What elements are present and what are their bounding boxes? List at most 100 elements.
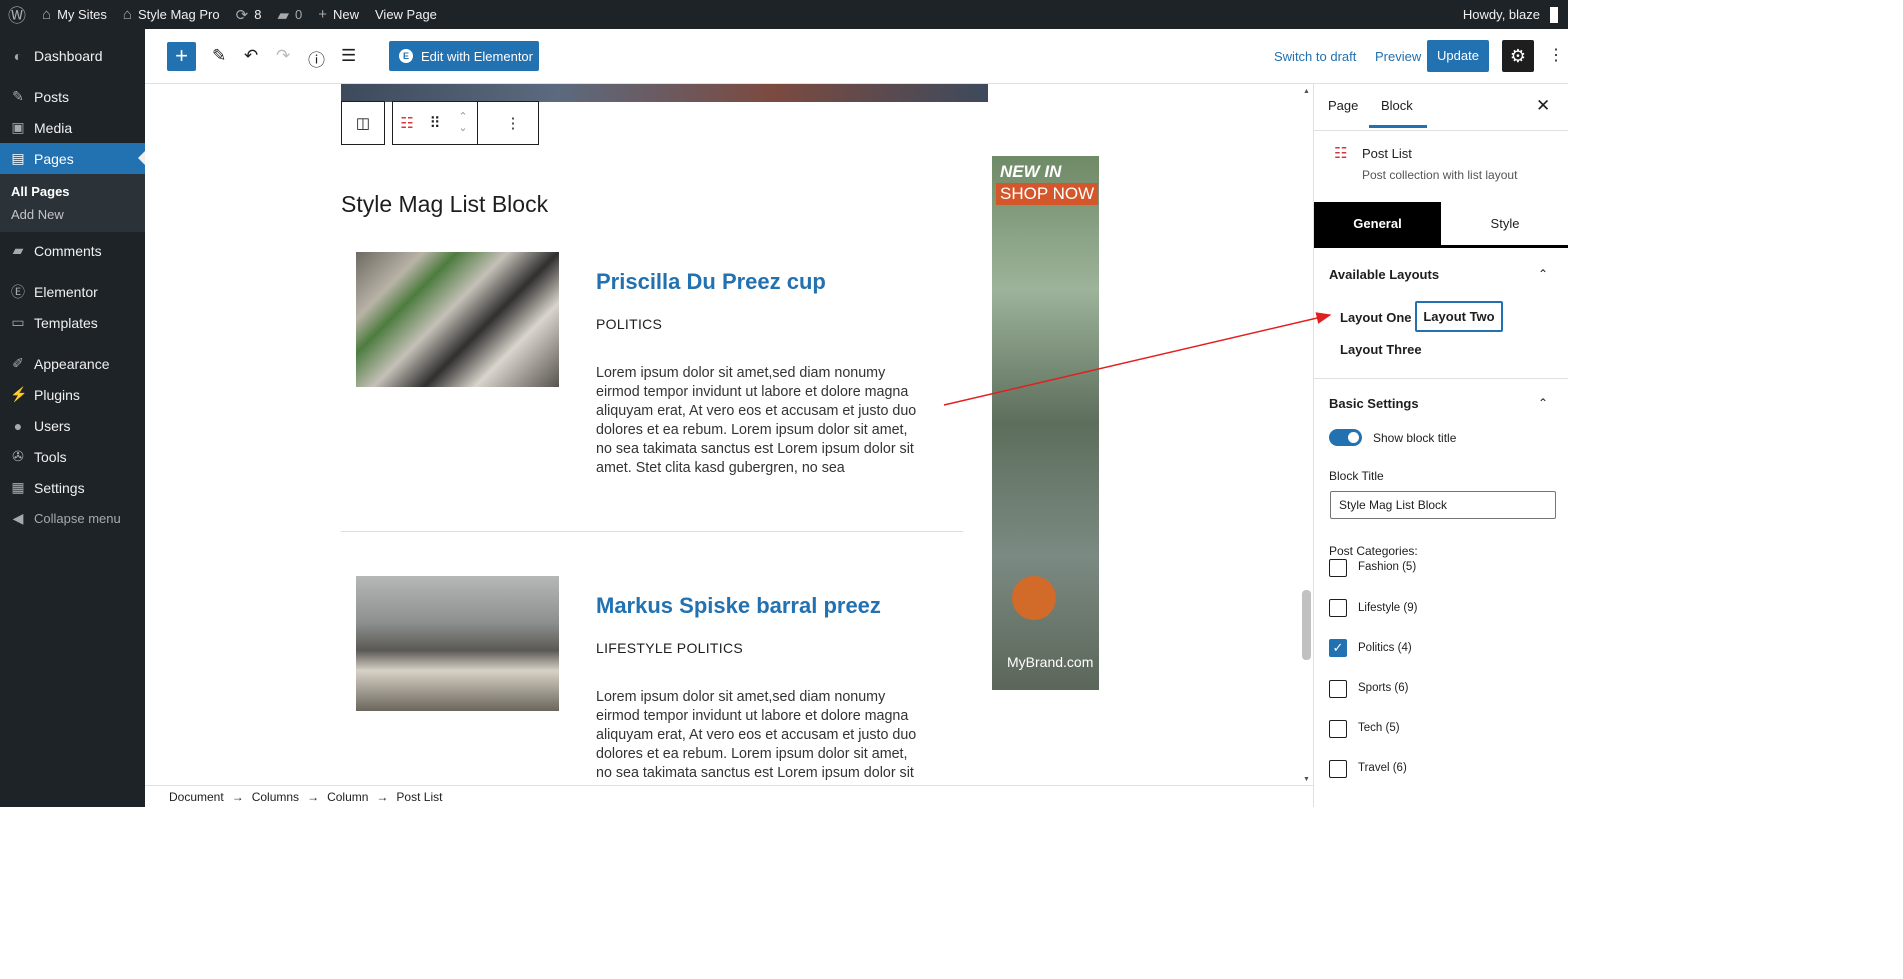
chevron-up-icon[interactable]: ⌃ xyxy=(1538,396,1548,410)
home-icon: ⌂ xyxy=(122,6,132,23)
site-name-link[interactable]: ⌂ Style Mag Pro xyxy=(115,0,228,29)
undo-icon[interactable]: ↶ xyxy=(244,46,258,66)
breadcrumb-columns[interactable]: Columns xyxy=(252,790,299,804)
comment-bubble-icon: ▰ xyxy=(277,6,289,24)
category-label-travel: Travel (6) xyxy=(1358,762,1407,774)
post-list-block-icon: ☷ xyxy=(1334,145,1348,162)
settings-gear-button[interactable]: ⚙ xyxy=(1502,40,1534,72)
post-excerpt-1: Lorem ipsum dolor sit amet,sed diam nonu… xyxy=(596,365,917,476)
comments-link[interactable]: ▰ 0 xyxy=(269,0,310,29)
gear-icon: ⚙ xyxy=(1509,46,1527,66)
collapse-menu-button[interactable]: ◀ Collapse menu xyxy=(0,503,145,534)
redo-icon[interactable]: ↷ xyxy=(276,46,290,66)
elementor-icon: Ⓔ xyxy=(11,283,25,300)
sidebar-item-comments[interactable]: ▰ Comments xyxy=(0,235,145,266)
submenu-add-new[interactable]: Add New xyxy=(0,203,145,226)
checkmark-icon: ✓ xyxy=(1332,640,1344,655)
category-checkbox-sports[interactable] xyxy=(1329,680,1347,698)
refresh-icon: ⟳ xyxy=(235,6,249,24)
breadcrumb-document[interactable]: Document xyxy=(169,790,224,804)
move-up-down-icon[interactable]: ⌃ ⌄ xyxy=(449,112,477,134)
howdy-account[interactable]: Howdy, blaze xyxy=(1455,0,1568,29)
list-view-icon[interactable]: ☰ xyxy=(341,46,356,66)
category-checkbox-travel[interactable] xyxy=(1329,760,1347,778)
more-options-icon[interactable]: ⋮ xyxy=(1548,45,1564,65)
sidebar-item-templates[interactable]: ▭ Templates xyxy=(0,307,145,338)
sidebar-item-appearance[interactable]: ✐ Appearance xyxy=(0,348,145,379)
block-title-input[interactable]: Style Mag List Block xyxy=(1330,491,1556,519)
sidebar-item-elementor[interactable]: Ⓔ Elementor xyxy=(0,276,145,307)
tab-block[interactable]: Block xyxy=(1369,98,1427,128)
pin-icon: ✎ xyxy=(12,88,24,104)
layout-two-option[interactable]: Layout Two xyxy=(1415,301,1503,332)
settings-icon: ▦ xyxy=(11,479,25,495)
section-divider xyxy=(1314,378,1568,379)
basic-settings-heading[interactable]: Basic Settings xyxy=(1329,396,1419,411)
post-categories-1[interactable]: POLITICS xyxy=(596,316,662,332)
sidebar-item-dashboard[interactable]: ◐ Dashboard xyxy=(0,40,145,71)
ad-headline: NEW IN xyxy=(1000,162,1062,181)
sidebar-item-settings[interactable]: ▦ Settings xyxy=(0,472,145,503)
breadcrumb-arrow-icon: → xyxy=(376,789,389,804)
scroll-up-icon[interactable]: ▲ xyxy=(1303,88,1310,95)
category-checkbox-politics[interactable]: ✓ xyxy=(1329,639,1347,657)
update-button[interactable]: Update xyxy=(1427,40,1489,72)
breadcrumb-arrow-icon: → xyxy=(307,789,320,804)
sites-icon: ⌂ xyxy=(42,6,52,23)
category-checkbox-fashion[interactable] xyxy=(1329,559,1347,577)
chevron-up-icon[interactable]: ⌃ xyxy=(1538,267,1548,281)
sidebar-item-plugins[interactable]: ⚡ Plugins xyxy=(0,379,145,410)
post-title-1[interactable]: Priscilla Du Preez cup xyxy=(596,269,826,295)
category-checkbox-lifestyle[interactable] xyxy=(1329,599,1347,617)
breadcrumb-post-list[interactable]: Post List xyxy=(396,790,442,804)
post-excerpt-2: Lorem ipsum dolor sit amet,sed diam nonu… xyxy=(596,689,917,781)
updates-link[interactable]: ⟳ 8 xyxy=(228,0,270,29)
sidebar-item-users[interactable]: ● Users xyxy=(0,410,145,441)
drag-handle-icon[interactable]: ⠿ xyxy=(421,114,449,132)
post-thumbnail-2[interactable] xyxy=(356,576,559,711)
post-categories-2[interactable]: LIFESTYLE POLITICS xyxy=(596,640,743,656)
info-icon[interactable]: ⓘ xyxy=(308,46,325,71)
sidebar-item-pages[interactable]: ▤ Pages xyxy=(0,143,145,174)
layout-one-option[interactable]: Layout One xyxy=(1340,310,1412,325)
canvas-scrollbar[interactable]: ▲ ▼ xyxy=(1300,84,1313,785)
layout-three-option[interactable]: Layout Three xyxy=(1340,342,1422,357)
post-title-2[interactable]: Markus Spiske barral preez xyxy=(596,593,881,619)
ad-brand: MyBrand.com xyxy=(1007,654,1094,670)
sidebar-item-posts[interactable]: ✎ Posts xyxy=(0,81,145,112)
category-checkbox-tech[interactable] xyxy=(1329,720,1347,738)
page-icon: ▤ xyxy=(11,150,25,166)
view-page-link[interactable]: View Page xyxy=(367,0,445,29)
edit-with-elementor-button[interactable]: E Edit with Elementor xyxy=(389,41,539,71)
block-options-icon[interactable]: ⋮ xyxy=(499,114,527,132)
sidebar-item-tools[interactable]: ✇ Tools xyxy=(0,441,145,472)
folder-icon: ▭ xyxy=(11,314,25,330)
tab-style[interactable]: Style xyxy=(1441,202,1568,245)
block-name: Post List xyxy=(1362,146,1412,161)
scrollbar-thumb[interactable] xyxy=(1302,590,1311,660)
show-title-toggle[interactable] xyxy=(1329,429,1362,446)
close-panel-icon[interactable]: ✕ xyxy=(1536,96,1550,116)
tab-general[interactable]: General xyxy=(1314,202,1441,245)
list-block-icon[interactable]: ☷ xyxy=(393,114,421,132)
scroll-down-icon[interactable]: ▼ xyxy=(1303,776,1310,783)
block-switcher[interactable]: ◫ xyxy=(341,101,385,145)
sidebar-item-media[interactable]: ▣ Media xyxy=(0,112,145,143)
columns-icon: ◫ xyxy=(355,115,371,132)
comment-icon: ▰ xyxy=(12,242,24,258)
advertisement-banner[interactable]: NEW IN SHOP NOW MyBrand.com xyxy=(992,156,1099,690)
preview-button[interactable]: Preview xyxy=(1375,49,1421,64)
wordpress-logo[interactable]: Ⓦ xyxy=(0,0,34,29)
pencil-icon[interactable]: ✎ xyxy=(212,46,226,66)
new-content-link[interactable]: + New xyxy=(310,0,367,29)
submenu-all-pages[interactable]: All Pages xyxy=(0,180,145,203)
top-image-block[interactable] xyxy=(341,84,988,102)
available-layouts-heading[interactable]: Available Layouts xyxy=(1329,267,1439,282)
add-block-button[interactable]: + xyxy=(167,42,196,71)
my-sites-link[interactable]: ⌂ My Sites xyxy=(34,0,115,29)
panel-divider xyxy=(1314,130,1568,131)
tab-page[interactable]: Page xyxy=(1328,98,1358,113)
switch-to-draft-button[interactable]: Switch to draft xyxy=(1274,49,1356,64)
breadcrumb-column[interactable]: Column xyxy=(327,790,368,804)
post-thumbnail-1[interactable] xyxy=(356,252,559,387)
